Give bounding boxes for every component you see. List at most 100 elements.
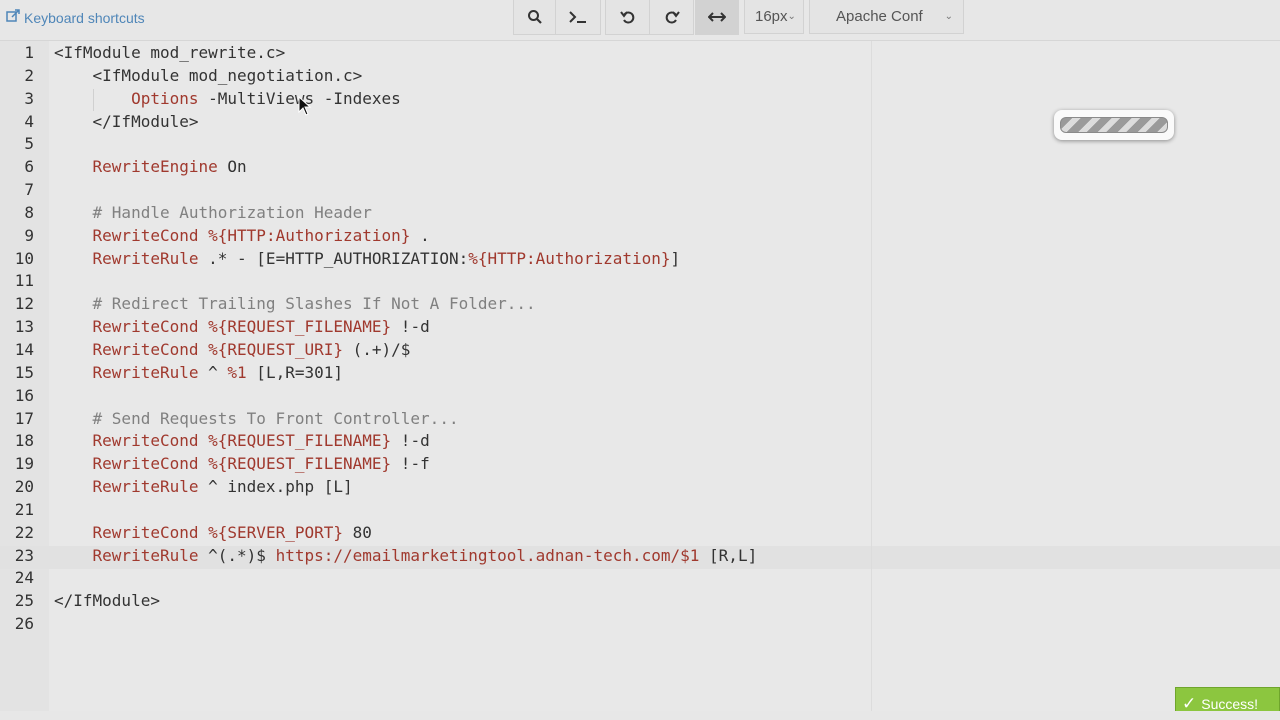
- code-token: </IfModule>: [54, 111, 199, 131]
- external-link-icon: [6, 9, 20, 26]
- command-palette-button[interactable]: [556, 0, 600, 34]
- line-number: 3: [24, 88, 34, 108]
- code-token: ^ index.php [L]: [198, 477, 353, 497]
- line-number: 19: [14, 454, 34, 474]
- line-text: RewriteCond %{HTTP:Authorization} .: [54, 225, 430, 248]
- code-token: mod_rewrite.c: [150, 43, 276, 62]
- line-text: RewriteCond %{REQUEST_FILENAME} !-d: [54, 430, 430, 453]
- terminal-icon: [569, 11, 586, 23]
- line-text: RewriteCond %{REQUEST_FILENAME} !-d: [54, 316, 430, 339]
- code-token: RewriteCond: [92, 225, 199, 245]
- code-token: [L,R=301]: [246, 362, 343, 382]
- line-number: 22: [14, 522, 34, 542]
- status-bar: [0, 711, 1280, 720]
- line-number: 2: [24, 65, 34, 85]
- code-token: RewriteCond: [92, 522, 199, 542]
- line-text: <IfModule mod_rewrite.c>: [54, 42, 285, 65]
- line-number: 23: [14, 545, 34, 565]
- saving-progress-indicator: [1054, 110, 1174, 140]
- line-number: 15: [14, 362, 34, 382]
- line-number: 26: [14, 614, 34, 634]
- line-number: 21: [14, 499, 34, 519]
- redo-icon: [665, 11, 680, 24]
- code-token: RewriteCond: [92, 454, 199, 474]
- line-text: Options -MultiViews -Indexes: [54, 88, 401, 111]
- search-command-group: [513, 0, 601, 35]
- line-number: 17: [14, 408, 34, 428]
- line-number: 24: [14, 568, 34, 588]
- search-button[interactable]: [514, 0, 556, 34]
- code-token: <IfModule: [54, 43, 151, 62]
- code-token: >: [352, 65, 363, 85]
- line-number: 16: [14, 385, 34, 405]
- line-text: RewriteRule ^(.*)$ https://emailmarketin…: [54, 545, 758, 568]
- code-token: .* - [E=HTTP_AUTHORIZATION:: [198, 248, 469, 268]
- line-text: # Handle Authorization Header: [54, 202, 372, 225]
- line-number: 18: [14, 431, 34, 451]
- code-token: 80: [343, 522, 372, 542]
- line-number: 20: [14, 477, 34, 497]
- code-editor[interactable]: 1 <IfModule mod_rewrite.c> 2 <IfModule mod…: [0, 41, 1280, 711]
- code-token: </IfModule>: [54, 591, 160, 611]
- editor-toolbar: Keyboard shortcuts 16px ⌄ Apache Conf ⌄: [0, 0, 1280, 41]
- code-token: RewriteCond: [92, 339, 199, 359]
- code-token: .: [410, 225, 430, 245]
- line-number: 14: [14, 339, 34, 359]
- line-text: </IfModule>: [54, 590, 160, 613]
- line-text: RewriteCond %{REQUEST_URI} (.+)/$: [54, 339, 411, 362]
- code-token: %{REQUEST_URI}: [208, 339, 343, 359]
- code-token: ]: [670, 248, 681, 268]
- print-margin: [871, 41, 872, 711]
- code-token: !-d: [391, 317, 430, 337]
- font-size-select[interactable]: 16px ⌄: [744, 0, 804, 34]
- word-wrap-toggle[interactable]: [696, 0, 738, 34]
- mouse-pointer-icon: [298, 95, 312, 116]
- font-size-value: 16px: [755, 8, 788, 25]
- code-token: !-d: [391, 431, 430, 451]
- redo-button[interactable]: [650, 0, 693, 34]
- line-text: RewriteCond %{REQUEST_FILENAME} !-f: [54, 453, 430, 476]
- code-token: RewriteRule: [92, 545, 199, 565]
- line-text: <IfModule mod_negotiation.c>: [54, 65, 363, 88]
- line-text: RewriteRule .* - [E=HTTP_AUTHORIZATION:%…: [54, 248, 681, 271]
- line-number: 8: [24, 202, 34, 222]
- code-token: !-f: [391, 454, 430, 474]
- line-number: 5: [24, 134, 34, 154]
- code-token: RewriteRule: [92, 477, 199, 497]
- undo-icon: [619, 11, 634, 24]
- line-number: 11: [14, 271, 34, 291]
- code-token: %{REQUEST_FILENAME}: [208, 317, 392, 337]
- line-number: 13: [14, 317, 34, 337]
- code-token: RewriteRule: [92, 248, 199, 268]
- line-text: RewriteRule ^ %1 [L,R=301]: [54, 362, 343, 385]
- line-text: </IfModule>: [54, 111, 199, 134]
- language-mode-select[interactable]: Apache Conf ⌄: [809, 0, 964, 34]
- keyboard-shortcuts-link[interactable]: Keyboard shortcuts: [6, 9, 145, 26]
- code-token: >: [275, 43, 286, 62]
- line-text: RewriteRule ^ index.php [L]: [54, 476, 353, 499]
- undo-button[interactable]: [606, 0, 650, 34]
- code-token: %{REQUEST_FILENAME}: [208, 454, 392, 474]
- code-token: # Send Requests To Front Controller...: [92, 408, 459, 428]
- code-token: %{SERVER_PORT}: [208, 522, 343, 542]
- keyboard-shortcuts-label: Keyboard shortcuts: [24, 9, 145, 26]
- line-text: RewriteCond %{SERVER_PORT} 80: [54, 522, 372, 545]
- code-token: %{HTTP:Authorization}: [468, 248, 671, 268]
- line-number: 12: [14, 294, 34, 314]
- progress-bar: [1060, 117, 1168, 133]
- code-token: <IfModule: [54, 65, 189, 85]
- success-message: Success!: [1201, 695, 1259, 712]
- line-number: 10: [14, 248, 34, 268]
